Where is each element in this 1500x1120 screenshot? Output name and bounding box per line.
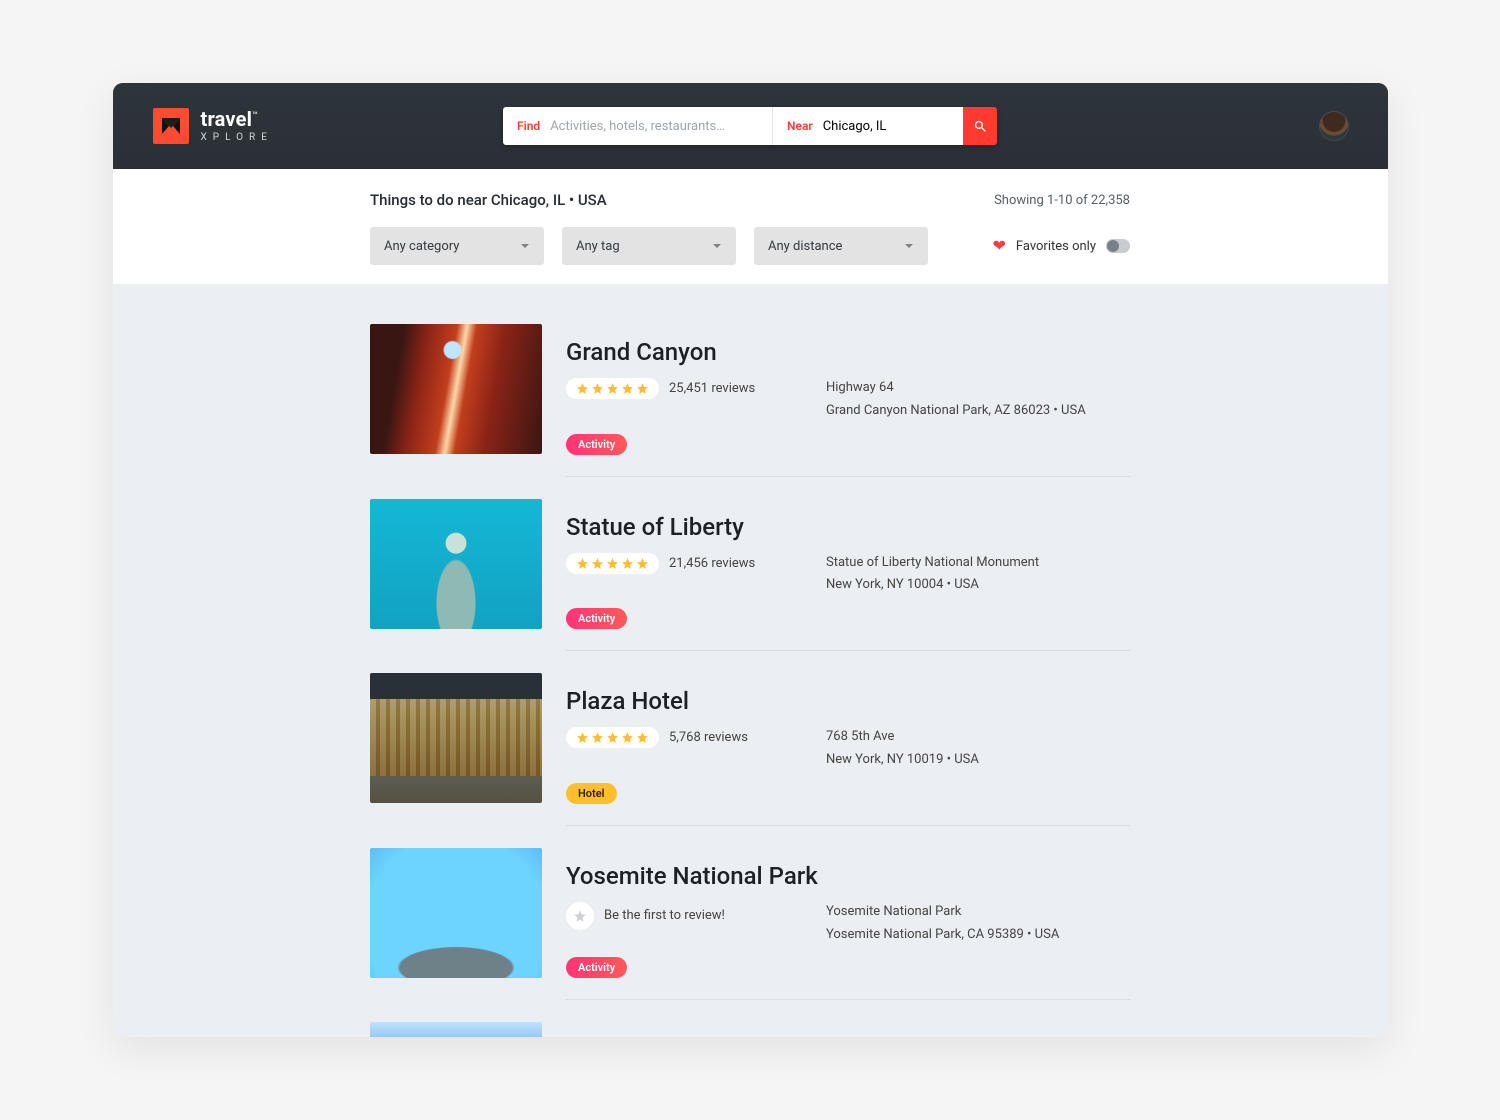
result-address: Yosemite National Park Yosemite National… — [826, 902, 1130, 946]
find-label: Find — [517, 119, 540, 133]
address-line1: Statue of Liberty National Monument — [826, 553, 1130, 574]
search-icon — [973, 119, 988, 134]
result-title: Statue of Liberty — [566, 513, 1130, 541]
filter-tag-label: Any tag — [576, 239, 620, 254]
app-header: travel™ XPLORE Find Near — [113, 83, 1388, 169]
star-icon — [606, 731, 619, 744]
result-card[interactable]: Grand Canyon 25,451 reviews — [370, 324, 1130, 477]
result-count: Showing 1-10 of 22,358 — [994, 193, 1130, 208]
brand-text: travel™ XPLORE — [201, 109, 273, 143]
result-card[interactable]: Statue of Liberty 21,456 reviews — [370, 477, 1130, 652]
brand-tm: ™ — [252, 111, 258, 121]
brand-logo[interactable]: travel™ XPLORE — [153, 108, 273, 144]
result-card[interactable] — [370, 1000, 1130, 1037]
star-icon — [636, 382, 649, 395]
filter-category-label: Any category — [384, 239, 459, 254]
star-icon — [621, 731, 634, 744]
address-line1: Yosemite National Park — [826, 902, 1130, 923]
star-icon — [636, 731, 649, 744]
near-label: Near — [787, 119, 813, 133]
address-line2: New York, NY 10019 • USA — [826, 750, 1130, 771]
be-first-text: Be the first to review! — [604, 908, 725, 923]
review-count: 5,768 reviews — [669, 730, 748, 745]
address-line2: Grand Canyon National Park, AZ 86023 • U… — [826, 401, 1130, 422]
review-count: 21,456 reviews — [669, 556, 755, 571]
search-near-field[interactable]: Near — [773, 107, 963, 145]
brand-name: travel — [201, 107, 253, 131]
result-thumbnail — [370, 499, 542, 629]
filter-distance-label: Any distance — [768, 239, 842, 254]
star-icon — [591, 557, 604, 570]
star-icon — [576, 557, 589, 570]
favorites-only: ❤ Favorites only — [992, 238, 1130, 254]
favorites-label: Favorites only — [1016, 239, 1096, 254]
favorites-toggle[interactable] — [1106, 239, 1130, 253]
tag-hotel[interactable]: Hotel — [566, 783, 617, 804]
star-icon — [606, 382, 619, 395]
star-icon — [573, 909, 587, 923]
star-rating-empty — [566, 902, 594, 930]
results-list: Grand Canyon 25,451 reviews — [370, 324, 1130, 1037]
star-icon — [591, 731, 604, 744]
result-title: Plaza Hotel — [566, 687, 1130, 715]
result-card[interactable]: Plaza Hotel 5,768 reviews — [370, 651, 1130, 826]
star-icon — [576, 731, 589, 744]
result-address: 768 5th Ave New York, NY 10019 • USA — [826, 727, 1130, 771]
search-near-input[interactable] — [823, 119, 949, 134]
star-icon — [576, 382, 589, 395]
app-frame: travel™ XPLORE Find Near Things to do ne… — [113, 83, 1388, 1037]
filter-category[interactable]: Any category — [370, 227, 544, 265]
star-rating — [566, 553, 659, 574]
result-thumbnail — [370, 673, 542, 803]
search-bar: Find Near — [503, 107, 997, 145]
star-rating — [566, 378, 659, 399]
chevron-down-icon — [520, 241, 530, 251]
star-rating — [566, 727, 659, 748]
heart-icon: ❤ — [992, 238, 1005, 254]
result-thumbnail — [370, 1022, 542, 1037]
chevron-down-icon — [712, 241, 722, 251]
star-icon — [606, 557, 619, 570]
result-address: Statue of Liberty National Monument New … — [826, 553, 1130, 597]
result-thumbnail — [370, 848, 542, 978]
star-icon — [636, 557, 649, 570]
brand-sub: XPLORE — [201, 133, 273, 143]
user-avatar[interactable] — [1320, 112, 1348, 140]
search-find-field[interactable]: Find — [503, 107, 773, 145]
filter-tag[interactable]: Any tag — [562, 227, 736, 265]
star-icon — [591, 382, 604, 395]
address-line1: 768 5th Ave — [826, 727, 1130, 748]
chevron-down-icon — [904, 241, 914, 251]
tag-activity[interactable]: Activity — [566, 608, 627, 629]
address-line1: Highway 64 — [826, 378, 1130, 399]
review-count: 25,451 reviews — [669, 381, 755, 396]
result-title: Grand Canyon — [566, 338, 1130, 366]
filter-bar: Things to do near Chicago, IL • USA Show… — [370, 169, 1130, 284]
filter-distance[interactable]: Any distance — [754, 227, 928, 265]
brand-mark-icon — [153, 108, 189, 144]
tag-activity[interactable]: Activity — [566, 957, 627, 978]
tag-activity[interactable]: Activity — [566, 434, 627, 455]
results-area: Grand Canyon 25,451 reviews — [113, 284, 1388, 1037]
search-button[interactable] — [963, 107, 997, 145]
star-icon — [621, 382, 634, 395]
result-card[interactable]: Yosemite National Park Be the first to r… — [370, 826, 1130, 1001]
result-thumbnail — [370, 324, 542, 454]
star-icon — [621, 557, 634, 570]
result-title: Yosemite National Park — [566, 862, 1130, 890]
search-find-input[interactable] — [550, 119, 758, 134]
address-line2: Yosemite National Park, CA 95389 • USA — [826, 925, 1130, 946]
page-title: Things to do near Chicago, IL • USA — [370, 191, 607, 209]
address-line2: New York, NY 10004 • USA — [826, 575, 1130, 596]
result-address: Highway 64 Grand Canyon National Park, A… — [826, 378, 1130, 422]
